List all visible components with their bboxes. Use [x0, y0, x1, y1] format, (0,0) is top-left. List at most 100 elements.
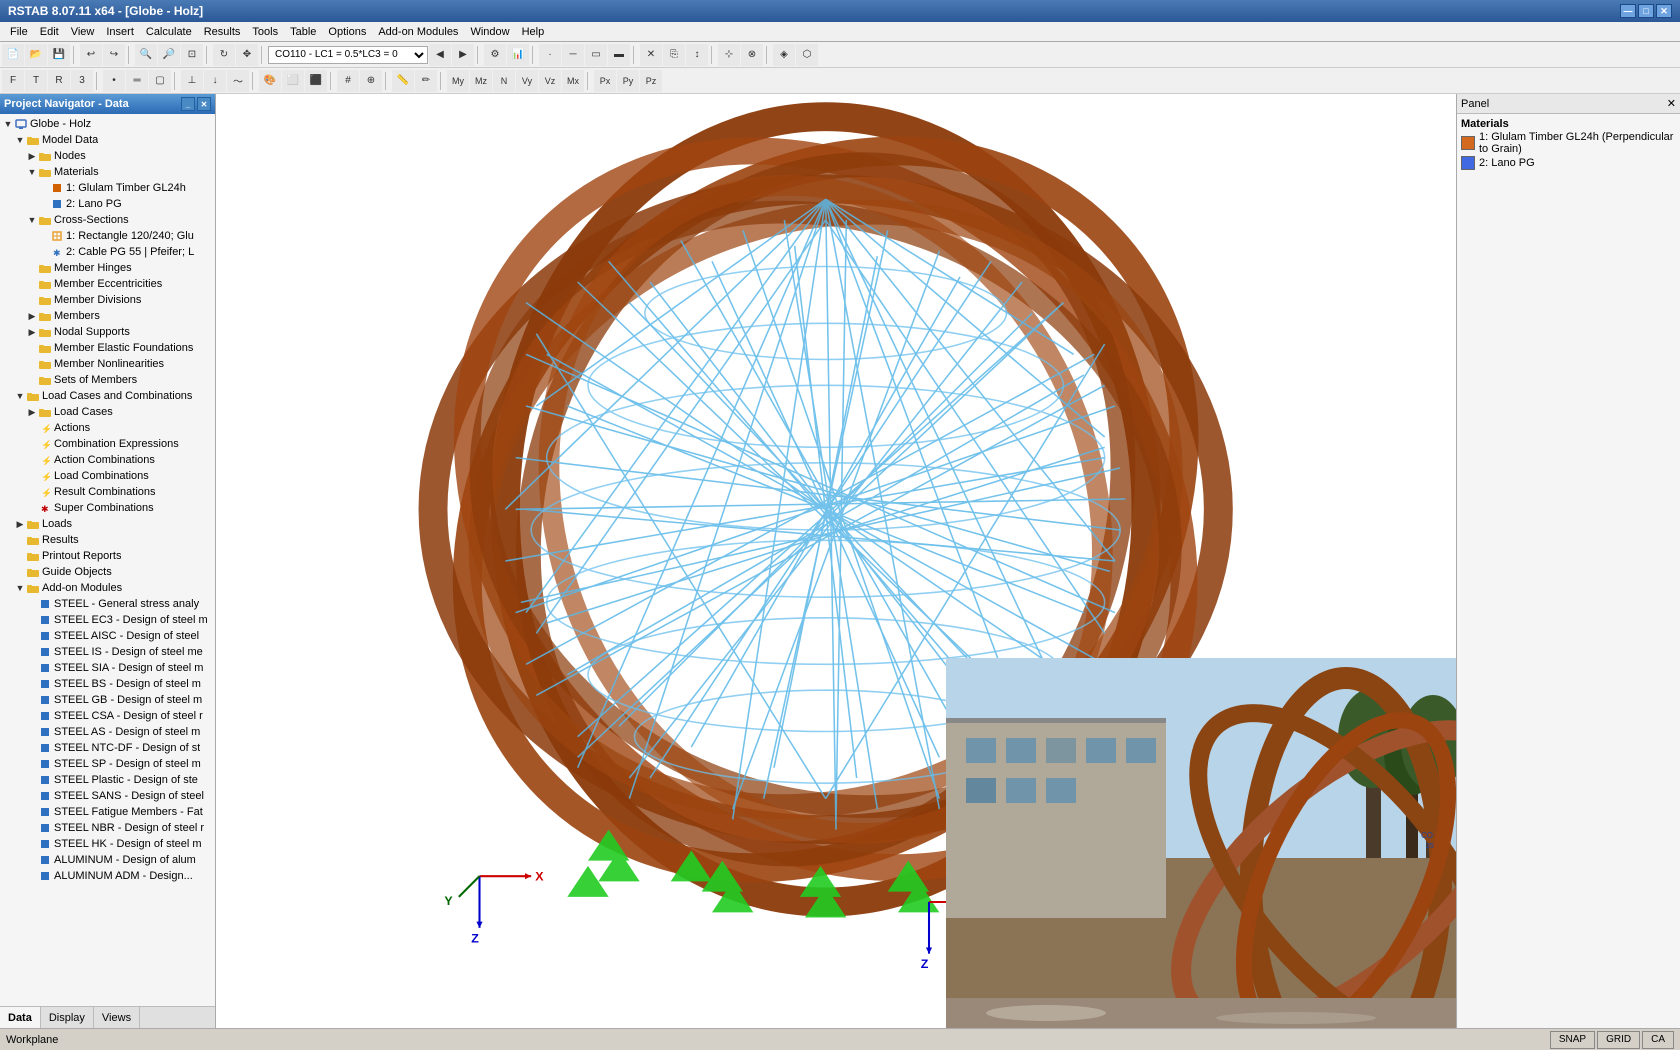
nav-item-steel-ntcdf[interactable]: STEEL NTC-DF - Design of st [0, 740, 215, 756]
nav-close-button[interactable]: ✕ [197, 97, 211, 111]
copy-button[interactable]: ⎘ [663, 44, 685, 66]
py-button[interactable]: Py [617, 70, 639, 92]
menu-insert[interactable]: Insert [100, 24, 140, 40]
menu-addon[interactable]: Add-on Modules [372, 24, 464, 40]
save-button[interactable]: 💾 [48, 44, 70, 66]
nav-tree[interactable]: ▼Globe - Holz▼Model Data▶Nodes▼Materials… [0, 114, 215, 1006]
pan-button[interactable]: ✥ [236, 44, 258, 66]
display-nodes[interactable]: • [103, 70, 125, 92]
nav-item-nodal-supports[interactable]: ▶Nodal Supports [0, 324, 215, 340]
snap-button[interactable]: SNAP [1550, 1031, 1595, 1049]
nav-item-members[interactable]: ▶Members [0, 308, 215, 324]
nav-item-steel-sans[interactable]: STEEL SANS - Design of steel [0, 788, 215, 804]
node-button[interactable]: · [539, 44, 561, 66]
redo-button[interactable]: ↪ [103, 44, 125, 66]
view-front[interactable]: F [2, 70, 24, 92]
zoom-in-button[interactable]: 🔍 [135, 44, 157, 66]
nav-item-steel-csa[interactable]: STEEL CSA - Design of steel r [0, 708, 215, 724]
nav-item-materials[interactable]: ▼Materials [0, 164, 215, 180]
nav-item-steel-hk[interactable]: STEEL HK - Design of steel m [0, 836, 215, 852]
nav-item-printout-reports[interactable]: Printout Reports [0, 548, 215, 564]
menu-results[interactable]: Results [198, 24, 247, 40]
nav-pin-button[interactable]: _ [181, 97, 195, 111]
close-button[interactable]: ✕ [1656, 4, 1672, 18]
nav-item-combination-expressions[interactable]: ⚡Combination Expressions [0, 436, 215, 452]
nav-item-steel-sp[interactable]: STEEL SP - Design of steel m [0, 756, 215, 772]
nav-item-globe-holz[interactable]: ▼Globe - Holz [0, 116, 215, 132]
nav-item-steel-ec3[interactable]: STEEL EC3 - Design of steel m [0, 612, 215, 628]
panel-close-button[interactable]: ✕ [1667, 97, 1676, 110]
minimize-button[interactable]: — [1620, 4, 1636, 18]
nav-item-load-cases-combinations[interactable]: ▼Load Cases and Combinations [0, 388, 215, 404]
nav-item-cross-sections[interactable]: ▼Cross-Sections [0, 212, 215, 228]
view-3d[interactable]: 3 [71, 70, 93, 92]
tab-display[interactable]: Display [41, 1007, 94, 1028]
render-button[interactable]: ◈ [773, 44, 795, 66]
nav-item-aluminum[interactable]: ALUMINUM - Design of alum [0, 852, 215, 868]
nav-item-steel-gb[interactable]: STEEL GB - Design of steel m [0, 692, 215, 708]
nav-item-steel-as[interactable]: STEEL AS - Design of steel m [0, 724, 215, 740]
wireframe-mode[interactable]: ⬜ [282, 70, 304, 92]
tab-views[interactable]: Views [94, 1007, 140, 1028]
mx-button[interactable]: Mx [562, 70, 584, 92]
nav-item-loads[interactable]: ▶Loads [0, 516, 215, 532]
view3d-button[interactable]: ⬡ [796, 44, 818, 66]
nav-item-actions[interactable]: ⚡Actions [0, 420, 215, 436]
move-button[interactable]: ↕ [686, 44, 708, 66]
menu-help[interactable]: Help [516, 24, 551, 40]
display-members[interactable]: ═ [126, 70, 148, 92]
calc-button[interactable]: ⚙ [484, 44, 506, 66]
nav-item-guide-objects[interactable]: Guide Objects [0, 564, 215, 580]
nav-item-super-combinations[interactable]: ✱Super Combinations [0, 500, 215, 516]
ca-button[interactable]: CA [1642, 1031, 1674, 1049]
menu-table[interactable]: Table [284, 24, 322, 40]
nav-item-member-divisions[interactable]: Member Divisions [0, 292, 215, 308]
zoom-out-button[interactable]: 🔎 [158, 44, 180, 66]
nav-item-steel-is[interactable]: STEEL IS - Design of steel me [0, 644, 215, 660]
new-button[interactable]: 📄 [2, 44, 24, 66]
display-surfaces[interactable]: ▢ [149, 70, 171, 92]
mz-button[interactable]: Mz [470, 70, 492, 92]
member-button[interactable]: ─ [562, 44, 584, 66]
nav-item-mat-1[interactable]: 1: Glulam Timber GL24h [0, 180, 215, 196]
nav-item-steel-general[interactable]: STEEL - General stress analy [0, 596, 215, 612]
viewport[interactable]: X Z Y X Z [216, 94, 1456, 1028]
maximize-button[interactable]: □ [1638, 4, 1654, 18]
px-button[interactable]: Px [594, 70, 616, 92]
measure-button[interactable]: 📏 [392, 70, 414, 92]
nav-item-load-combinations[interactable]: ⚡Load Combinations [0, 468, 215, 484]
nav-item-steel-nbr[interactable]: STEEL NBR - Design of steel r [0, 820, 215, 836]
nav-item-member-hinges[interactable]: Member Hinges [0, 260, 215, 276]
color-mode[interactable]: 🎨 [259, 70, 281, 92]
menu-file[interactable]: File [4, 24, 34, 40]
open-button[interactable]: 📂 [25, 44, 47, 66]
nav-item-cs-2[interactable]: ✱2: Cable PG 55 | Pfeifer; L [0, 244, 215, 260]
nav-item-load-cases[interactable]: ▶Load Cases [0, 404, 215, 420]
nav-item-steel-aisc[interactable]: STEEL AISC - Design of steel [0, 628, 215, 644]
zoom-fit-button[interactable]: ⊡ [181, 44, 203, 66]
menu-window[interactable]: Window [464, 24, 515, 40]
view-right[interactable]: R [48, 70, 70, 92]
annotate-button[interactable]: ✏ [415, 70, 437, 92]
n-button[interactable]: N [493, 70, 515, 92]
menu-options[interactable]: Options [322, 24, 372, 40]
nav-item-mat-2[interactable]: 2: Lano PG [0, 196, 215, 212]
menu-tools[interactable]: Tools [246, 24, 284, 40]
nav-item-member-eccentricities[interactable]: Member Eccentricities [0, 276, 215, 292]
vz-button[interactable]: Vz [539, 70, 561, 92]
results-button[interactable]: 📊 [507, 44, 529, 66]
intersect-button[interactable]: ⊗ [741, 44, 763, 66]
grid-button[interactable]: GRID [1597, 1031, 1640, 1049]
rotate-button[interactable]: ↻ [213, 44, 235, 66]
tab-data[interactable]: Data [0, 1007, 41, 1028]
undo-button[interactable]: ↩ [80, 44, 102, 66]
menu-calculate[interactable]: Calculate [140, 24, 198, 40]
nav-item-steel-plastic[interactable]: STEEL Plastic - Design of ste [0, 772, 215, 788]
select-button[interactable]: ⊹ [718, 44, 740, 66]
load-case-combo[interactable]: CO110 - LC1 = 0.5*LC3 = 0 [268, 46, 428, 64]
nav-item-member-nonlinearities[interactable]: Member Nonlinearities [0, 356, 215, 372]
nav-item-cs-1[interactable]: 1: Rectangle 120/240; Glu [0, 228, 215, 244]
nav-item-nodes[interactable]: ▶Nodes [0, 148, 215, 164]
menu-edit[interactable]: Edit [34, 24, 65, 40]
nav-item-steel-fatigue[interactable]: STEEL Fatigue Members - Fat [0, 804, 215, 820]
